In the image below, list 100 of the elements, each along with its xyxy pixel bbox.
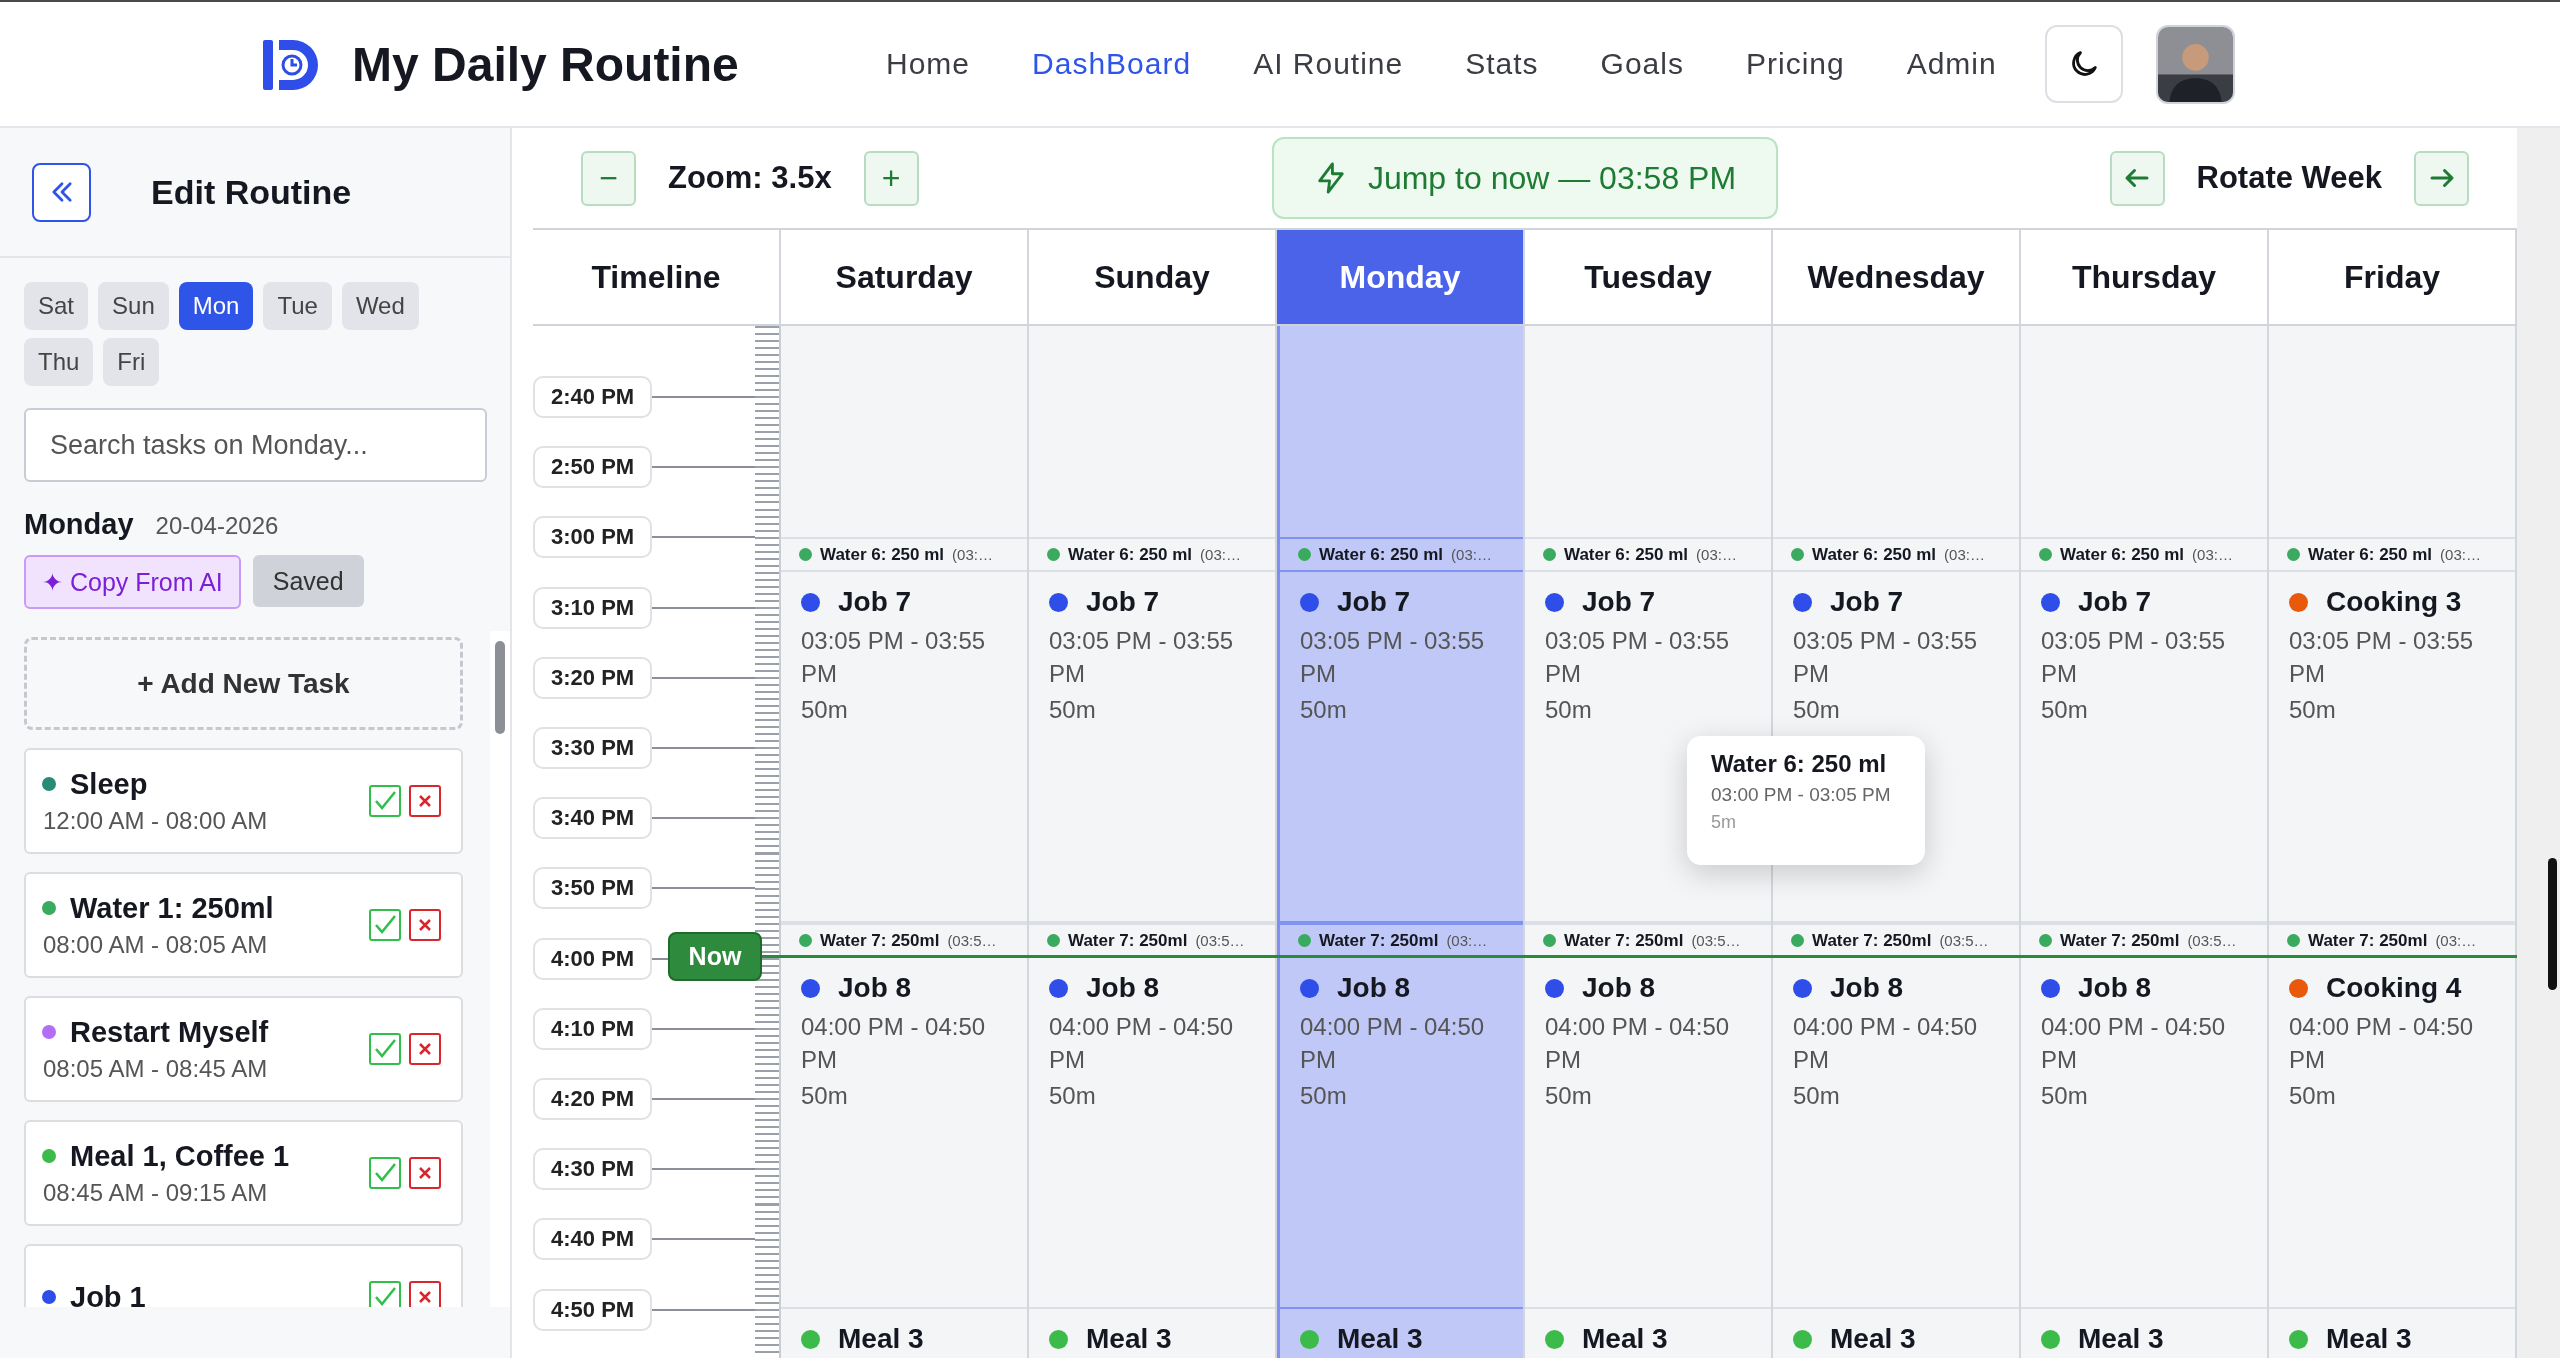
event-time: (03:… — [1451, 546, 1492, 563]
event-time: (03:5… — [1939, 932, 1989, 949]
nav-link[interactable]: Admin — [1906, 47, 1997, 81]
event-time: 04:00 PM - 04:50 PM — [801, 1012, 987, 1075]
event-chip[interactable]: Water 6: 250 ml (03:… — [1280, 537, 1523, 572]
next-week-button[interactable] — [2414, 150, 2469, 206]
event-title: Meal 3 — [1086, 1323, 1172, 1355]
event-chip[interactable]: Water 6: 250 ml (03:… — [2021, 537, 2267, 572]
delete-button[interactable] — [409, 1281, 441, 1307]
event-title: Job 7 — [1337, 586, 1411, 618]
previous-week-button[interactable] — [2109, 150, 2165, 206]
event-time: (03:… — [1944, 546, 1985, 563]
event-block[interactable]: Meal 3 — [1773, 1309, 2019, 1358]
event-title: Job 7 — [1830, 586, 1904, 618]
event-time: 03:05 PM - 03:55 PM — [1793, 626, 1979, 689]
nav-link[interactable]: Home — [886, 47, 971, 81]
event-duration: 50m — [801, 1082, 849, 1110]
nav-link[interactable]: Stats — [1465, 47, 1539, 81]
event-time: 03:05 PM - 03:55 PM — [1300, 626, 1486, 689]
nav-link[interactable]: Goals — [1600, 47, 1684, 81]
event-block[interactable]: Meal 3 — [781, 1309, 1027, 1358]
avatar[interactable] — [2155, 24, 2235, 104]
day-chip[interactable]: Fri — [103, 338, 160, 386]
event-title: Water 6: 250 ml — [1319, 544, 1444, 565]
event-block[interactable]: Meal 3 — [1029, 1309, 1275, 1358]
task-time: 08:05 AM - 08:45 AM — [42, 1054, 269, 1083]
task-time: 12:00 AM - 08:00 AM — [42, 806, 269, 835]
event-chip[interactable]: Water 6: 250 ml (03:… — [2269, 537, 2515, 572]
rotate-week-label: Rotate Week — [2196, 160, 2382, 196]
time-label: 3:00 PM — [533, 516, 653, 559]
event-title: Job 8 — [1086, 972, 1160, 1004]
day-chip[interactable]: Sun — [98, 282, 169, 330]
event-title: Job 8 — [1337, 972, 1411, 1004]
event-chip[interactable]: Water 6: 250 ml (03:… — [1029, 537, 1275, 572]
event-title: Water 6: 250 ml — [2308, 544, 2433, 565]
day-header[interactable]: Monday — [1277, 230, 1525, 324]
event-block[interactable]: Job 7 03:05 PM - 03:55 PM 50m — [2021, 572, 2267, 923]
date-label: 20-04-2026 — [155, 512, 279, 540]
event-title: Water 7: 250ml — [820, 930, 940, 951]
nav-link[interactable]: AI Routine — [1253, 47, 1404, 81]
now-badge: Now — [668, 932, 762, 981]
event-block[interactable]: Job 7 03:05 PM - 03:55 PM 50m — [781, 572, 1027, 923]
time-label: 4:10 PM — [533, 1007, 653, 1050]
delete-button[interactable] — [409, 785, 441, 817]
event-time: (03:… — [1200, 546, 1241, 563]
event-title: Job 7 — [1086, 586, 1160, 618]
day-chip[interactable]: Thu — [24, 338, 94, 386]
event-block[interactable]: Meal 3 — [2021, 1309, 2267, 1358]
event-title: Meal 3 — [1582, 1323, 1668, 1355]
day-chip[interactable]: Wed — [341, 282, 419, 330]
event-chip[interactable]: Water 6: 250 ml (03:… — [1525, 537, 1771, 572]
event-block[interactable]: Meal 3 — [1280, 1309, 1523, 1358]
event-title: Water 7: 250ml — [2060, 930, 2180, 951]
collapse-button[interactable] — [32, 162, 91, 222]
jump-to-now-button[interactable]: Jump to now — 03:58 PM — [1271, 137, 1779, 219]
task-name: Water 1: 250ml — [70, 891, 274, 925]
tooltip-duration: 5m — [1711, 812, 1737, 833]
day-chip[interactable]: Sat — [24, 282, 89, 330]
event-title: Water 7: 250ml — [1812, 930, 1932, 951]
app-title: My Daily Routine — [352, 36, 739, 92]
zoom-in-button[interactable]: + — [863, 150, 919, 206]
time-label: 3:50 PM — [533, 867, 653, 910]
delete-button[interactable] — [409, 1033, 441, 1065]
event-time: 03:05 PM - 03:55 PM — [1545, 626, 1731, 689]
event-title: Job 8 — [2078, 972, 2152, 1004]
event-chip[interactable]: Water 6: 250 ml (03:… — [1773, 537, 2019, 572]
event-time: 04:00 PM - 04:50 PM — [1793, 1012, 1979, 1075]
event-time: 03:05 PM - 03:55 PM — [2041, 626, 2227, 689]
search-field[interactable]: Search tasks on Monday... — [24, 408, 487, 482]
event-block[interactable]: Meal 3 — [2269, 1309, 2515, 1358]
event-time: 03:05 PM - 03:55 PM — [801, 626, 987, 689]
event-title: Job 8 — [838, 972, 912, 1004]
zoom-out-button[interactable]: − — [581, 150, 636, 206]
delete-button[interactable] — [409, 909, 441, 941]
nav-link[interactable]: Pricing — [1745, 47, 1845, 81]
delete-button[interactable] — [409, 1157, 441, 1189]
event-chip[interactable]: Water 6: 250 ml (03:… — [781, 537, 1027, 572]
event-title: Job 8 — [1582, 972, 1656, 1004]
event-block[interactable]: Job 7 03:05 PM - 03:55 PM 50m — [1280, 572, 1523, 923]
task-time: 08:45 AM - 09:15 AM — [42, 1178, 269, 1207]
event-title: Job 8 — [1830, 972, 1904, 1004]
task-name: Restart Myself — [70, 1015, 269, 1049]
task-time: 08:00 AM - 08:05 AM — [42, 930, 269, 959]
day-chip[interactable]: Mon — [178, 282, 254, 330]
copy-from-ai-button[interactable]: ✦ Copy From AI — [24, 555, 241, 609]
theme-toggle-button[interactable] — [2044, 25, 2123, 103]
event-block[interactable]: Job 7 03:05 PM - 03:55 PM 50m — [1029, 572, 1275, 923]
time-label: 4:20 PM — [533, 1077, 653, 1120]
time-label: 3:30 PM — [533, 727, 653, 770]
event-time: (03:5… — [1691, 932, 1741, 949]
event-title: Water 7: 250ml — [1068, 930, 1188, 951]
add-task-button[interactable]: + Add New Task — [24, 637, 463, 730]
event-time: (03:… — [952, 546, 993, 563]
event-block[interactable]: Cooking 3 03:05 PM - 03:55 PM 50m — [2269, 572, 2515, 923]
day-chip[interactable]: Tue — [263, 282, 332, 330]
event-title: Meal 3 — [838, 1323, 924, 1355]
event-block[interactable]: Meal 3 — [1525, 1309, 1771, 1358]
nav-link[interactable]: DashBoard — [1032, 47, 1192, 81]
event-title: Water 6: 250 ml — [1564, 544, 1689, 565]
event-time: (03:5… — [2187, 932, 2237, 949]
